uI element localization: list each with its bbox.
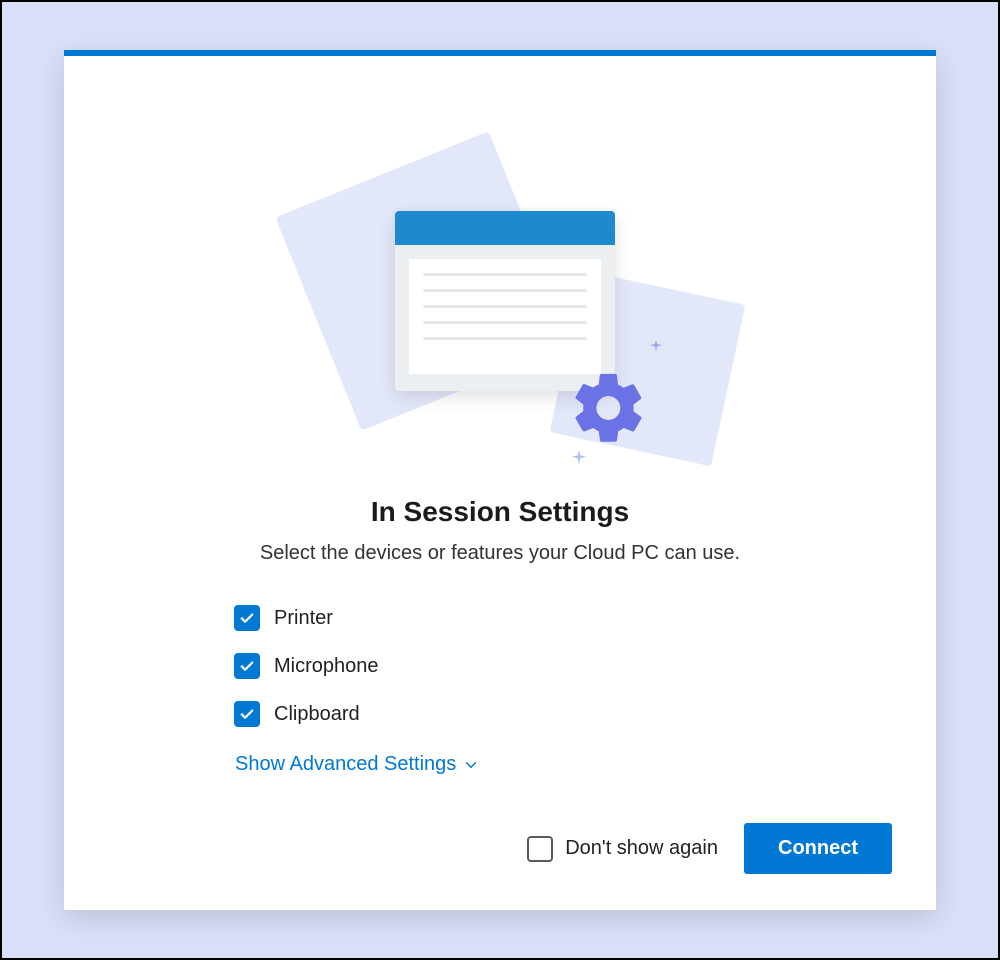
window-graphic	[395, 211, 615, 391]
gear-icon	[568, 367, 650, 454]
settings-illustration	[240, 146, 760, 476]
dialog-content: In Session Settings Select the devices o…	[64, 56, 936, 910]
option-label: Printer	[274, 607, 333, 630]
text-line	[423, 273, 587, 276]
option-clipboard[interactable]: Clipboard	[234, 701, 766, 727]
check-icon	[238, 609, 256, 627]
check-icon	[238, 705, 256, 723]
dont-show-again-toggle[interactable]: Don't show again	[527, 836, 718, 862]
sparkle-icon	[568, 448, 590, 470]
sparkle-icon	[647, 338, 665, 356]
window-graphic-body	[409, 259, 601, 374]
dialog-title: In Session Settings	[371, 496, 629, 528]
check-icon	[238, 657, 256, 675]
connect-button[interactable]: Connect	[744, 823, 892, 874]
option-label: Clipboard	[274, 703, 360, 726]
session-settings-dialog: In Session Settings Select the devices o…	[64, 50, 936, 910]
dialog-subtitle: Select the devices or features your Clou…	[260, 542, 740, 565]
checkbox-clipboard[interactable]	[234, 701, 260, 727]
checkbox-printer[interactable]	[234, 605, 260, 631]
option-label: Microphone	[274, 655, 379, 678]
window-graphic-header	[395, 211, 615, 245]
show-advanced-settings-link[interactable]: Show Advanced Settings	[234, 753, 766, 776]
dialog-footer: Don't show again Connect	[527, 823, 892, 874]
text-line	[423, 305, 587, 308]
text-line	[423, 289, 587, 292]
dont-show-label: Don't show again	[565, 837, 718, 860]
options-list: Printer Microphone Clipboard Show Advanc…	[234, 605, 766, 776]
option-microphone[interactable]: Microphone	[234, 653, 766, 679]
checkbox-microphone[interactable]	[234, 653, 260, 679]
option-printer[interactable]: Printer	[234, 605, 766, 631]
advanced-link-label: Show Advanced Settings	[235, 753, 456, 776]
chevron-down-icon	[462, 756, 480, 774]
checkbox-dont-show[interactable]	[527, 836, 553, 862]
text-line	[423, 337, 587, 340]
text-line	[423, 321, 587, 324]
